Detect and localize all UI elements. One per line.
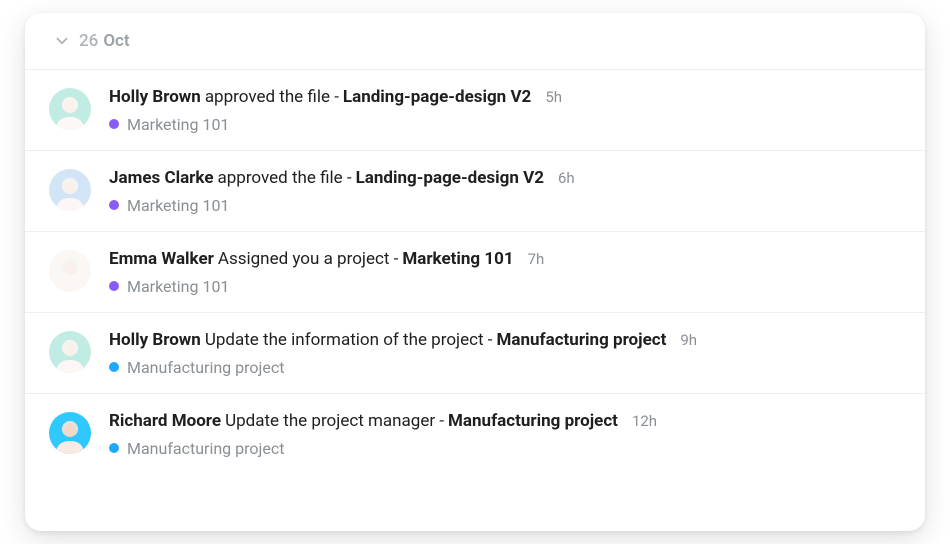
activity-item[interactable]: James Clarkeapproved the file -Landing-p…	[25, 150, 925, 231]
timestamp: 7h	[528, 249, 545, 269]
tag-color-dot	[109, 362, 119, 372]
date-day: 26	[79, 31, 98, 51]
project-tag[interactable]: Marketing 101	[109, 196, 901, 215]
object-name: Manufacturing project	[448, 410, 618, 433]
actor-name: James Clarke	[109, 167, 214, 190]
actor-name: Holly Brown	[109, 86, 201, 109]
activity-item[interactable]: Emma WalkerAssigned you a project -Marke…	[25, 231, 925, 312]
tag-color-dot	[109, 119, 119, 129]
tag-color-dot	[109, 443, 119, 453]
activity-item[interactable]: Richard MooreUpdate the project manager …	[25, 393, 925, 474]
activity-summary: Richard MooreUpdate the project manager …	[109, 410, 901, 433]
object-name: Landing-page-design V2	[356, 167, 544, 190]
project-tag[interactable]: Manufacturing project	[109, 358, 901, 377]
tag-label: Marketing 101	[127, 115, 229, 134]
tag-label: Manufacturing project	[127, 439, 284, 458]
timestamp: 12h	[632, 411, 657, 431]
activity-summary: Emma WalkerAssigned you a project -Marke…	[109, 248, 901, 271]
activity-content: Holly Brownapproved the file -Landing-pa…	[109, 86, 901, 134]
activity-content: Richard MooreUpdate the project manager …	[109, 410, 901, 458]
action-text: approved the file -	[218, 167, 352, 190]
actor-name: Richard Moore	[109, 410, 221, 433]
avatar	[49, 169, 91, 211]
date-month: Oct	[103, 31, 129, 51]
activity-item[interactable]: Holly Brownapproved the file -Landing-pa…	[25, 69, 925, 150]
tag-color-dot	[109, 200, 119, 210]
object-name: Landing-page-design V2	[343, 86, 531, 109]
tag-label: Marketing 101	[127, 196, 229, 215]
avatar	[49, 88, 91, 130]
project-tag[interactable]: Manufacturing project	[109, 439, 901, 458]
action-text: Update the project manager -	[225, 410, 444, 433]
project-tag[interactable]: Marketing 101	[109, 277, 901, 296]
activity-card: 26 Oct Holly Brownapproved the file -Lan…	[25, 13, 925, 531]
timestamp: 9h	[680, 330, 697, 350]
activity-summary: Holly Brownapproved the file -Landing-pa…	[109, 86, 901, 109]
avatar	[49, 331, 91, 373]
object-name: Marketing 101	[402, 248, 513, 271]
action-text: approved the file -	[205, 86, 339, 109]
activity-content: James Clarkeapproved the file -Landing-p…	[109, 167, 901, 215]
project-tag[interactable]: Marketing 101	[109, 115, 901, 134]
activity-content: Emma WalkerAssigned you a project -Marke…	[109, 248, 901, 296]
date-header[interactable]: 26 Oct	[25, 13, 925, 59]
actor-name: Holly Brown	[109, 329, 201, 352]
actor-name: Emma Walker	[109, 248, 214, 271]
tag-label: Manufacturing project	[127, 358, 284, 377]
activity-content: Holly BrownUpdate the information of the…	[109, 329, 901, 377]
chevron-down-icon	[53, 32, 71, 50]
activity-summary: James Clarkeapproved the file -Landing-p…	[109, 167, 901, 190]
activity-summary: Holly BrownUpdate the information of the…	[109, 329, 901, 352]
action-text: Assigned you a project -	[218, 248, 398, 271]
activity-item[interactable]: Holly BrownUpdate the information of the…	[25, 312, 925, 393]
tag-color-dot	[109, 281, 119, 291]
avatar	[49, 412, 91, 454]
activity-list: Holly Brownapproved the file -Landing-pa…	[25, 59, 925, 531]
object-name: Manufacturing project	[496, 329, 666, 352]
timestamp: 6h	[558, 168, 575, 188]
avatar	[49, 250, 91, 292]
tag-label: Marketing 101	[127, 277, 229, 296]
action-text: Update the information of the project -	[205, 329, 493, 352]
timestamp: 5h	[545, 87, 562, 107]
